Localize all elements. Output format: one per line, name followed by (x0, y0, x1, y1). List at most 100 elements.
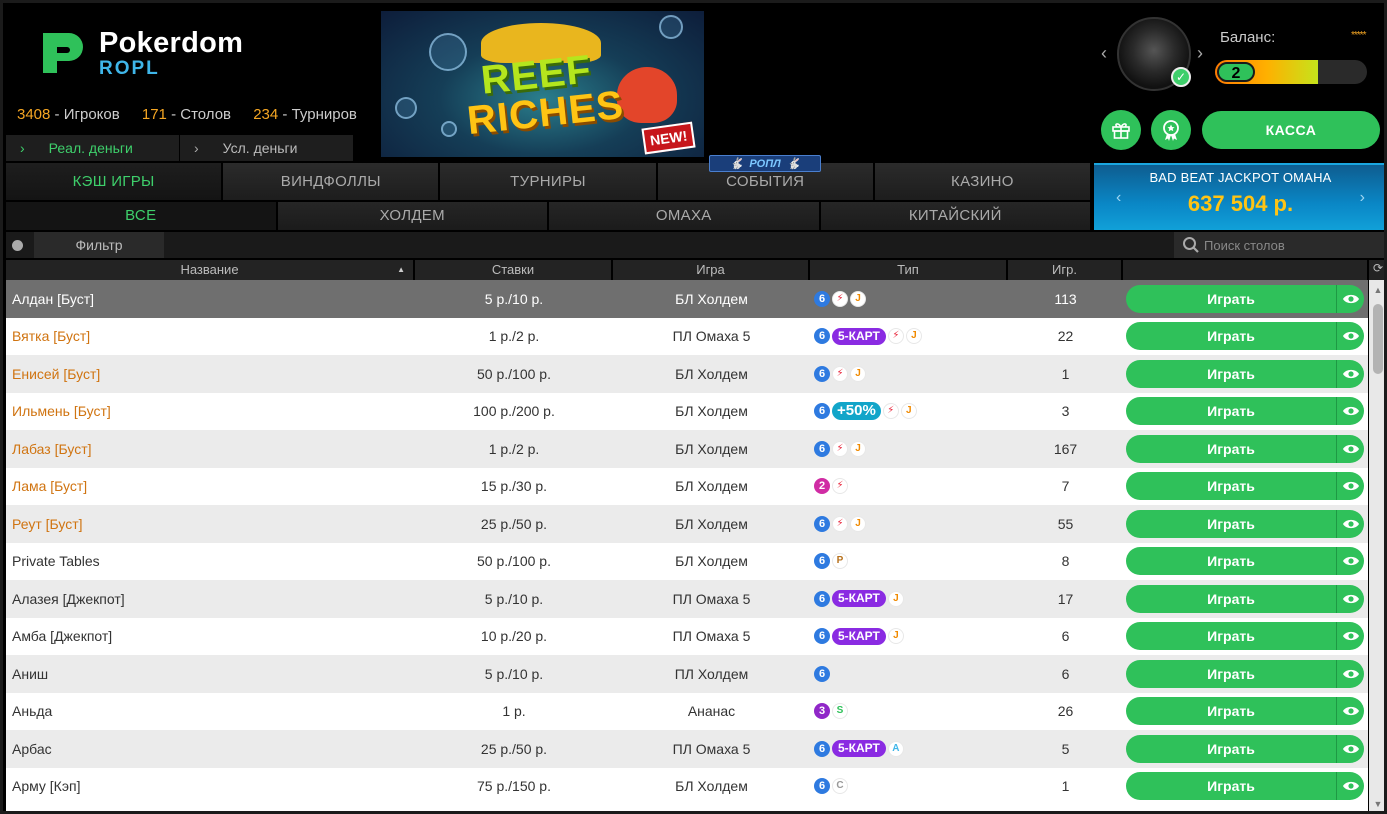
play-button[interactable]: Играть (1126, 397, 1336, 426)
table-players: 26 (1057, 703, 1074, 720)
table-type-badges: 6 ⚡ J (810, 515, 1008, 532)
table-row[interactable]: Енисей [Буст] 50 р./100 р. БЛ Холдем 6 ⚡ J 1 Иг… (6, 355, 1368, 393)
watch-button[interactable] (1336, 659, 1364, 688)
chevron-right-icon[interactable]: › (1197, 43, 1203, 64)
pokerdom-logo[interactable]: Pokerdom ROPL (39, 27, 259, 83)
watch-button[interactable] (1336, 772, 1364, 801)
table-players: 167 (1053, 440, 1078, 457)
chevron-right-icon[interactable]: › (1360, 189, 1365, 207)
column-name[interactable]: Название ▲ (6, 260, 415, 280)
table-type-badges: 2 ⚡ (810, 478, 1008, 495)
table-game: БЛ Холдем (675, 440, 748, 457)
watch-button[interactable] (1336, 359, 1364, 388)
filter-bar: Фильтр (6, 232, 1384, 258)
gift-icon (1112, 123, 1130, 139)
tab-all[interactable]: ВСЕ (6, 202, 278, 230)
column-stakes[interactable]: Ставки (415, 260, 613, 280)
tab-tournaments[interactable]: ТУРНИРЫ (440, 163, 658, 200)
type-letter-badge: J (850, 440, 866, 457)
column-game[interactable]: Игра (613, 260, 810, 280)
play-button[interactable]: Играть (1126, 697, 1336, 726)
table-game: БЛ Холдем (675, 478, 748, 495)
table-players: 7 (1061, 478, 1070, 495)
watch-button[interactable] (1336, 697, 1364, 726)
table-row[interactable]: Вятка [Буст] 1 р./2 р. ПЛ Омаха 5 6 5-КАРТ ⚡ J… (6, 318, 1368, 356)
table-actions: Играть (1123, 397, 1368, 426)
tab-chinese[interactable]: КИТАЙСКИЙ (820, 202, 1092, 230)
scroll-down-icon[interactable]: ▼ (1369, 796, 1384, 811)
watch-button[interactable] (1336, 584, 1364, 613)
table-row[interactable]: Арбас 25 р./50 р. ПЛ Омаха 5 6 5-КАРТ A 5 Играт… (6, 730, 1368, 768)
table-row[interactable]: Алазея [Джекпот] 5 р./10 р. ПЛ Омаха 5 6 5-К… (6, 580, 1368, 618)
jackpot-panel[interactable]: BAD BEAT JACKPOT OMAHA ‹ 637 504 р. › (1094, 163, 1384, 230)
ropl-badge-label: РОПЛ (749, 157, 781, 170)
play-button[interactable]: Играть (1126, 622, 1336, 651)
table-row[interactable]: Лама [Буст] 15 р./30 р. БЛ Холдем 2 ⚡ 7 Играть (6, 468, 1368, 506)
watch-button[interactable] (1336, 434, 1364, 463)
table-row[interactable]: Аньда 1 р. Ананас 3 S 26 Играть (6, 693, 1368, 731)
cashier-button[interactable]: КАССА (1202, 111, 1380, 149)
avatar[interactable]: ✓ (1117, 17, 1191, 91)
table-row[interactable]: Алдан [Буст] 5 р./10 р. БЛ Холдем 6 ⚡ J 113 Игр… (6, 280, 1368, 318)
refresh-icon[interactable]: ⟳ (1370, 261, 1384, 279)
table-stakes: 1 р. (502, 703, 526, 720)
seats-badge: 6 (814, 740, 830, 757)
watch-button[interactable] (1336, 322, 1364, 351)
column-type[interactable]: Тип (810, 260, 1008, 280)
play-button[interactable]: Играть (1126, 772, 1336, 801)
tab-real-money[interactable]: › Реал. деньги (6, 135, 180, 161)
filter-button[interactable]: Фильтр (34, 232, 164, 258)
promo-banner[interactable]: REEF RICHES NEW! (381, 11, 704, 157)
table-row[interactable]: Амба [Джекпот] 10 р./20 р. ПЛ Омаха 5 6 5-КА… (6, 618, 1368, 656)
ropl-badge[interactable]: 🐇 РОПЛ 🐇 (709, 155, 821, 172)
play-button[interactable]: Играть (1126, 434, 1336, 463)
table-row[interactable]: Арму [Кэп] 75 р./150 р. БЛ Холдем 6 C 1 Играть (6, 768, 1368, 806)
filter-indicator-icon[interactable] (12, 240, 23, 251)
tab-windfalls[interactable]: ВИНДФОЛЛЫ (223, 163, 441, 200)
search-input[interactable] (1204, 232, 1384, 258)
play-button[interactable]: Играть (1126, 584, 1336, 613)
chevron-left-icon[interactable]: ‹ (1101, 43, 1107, 64)
watch-button[interactable] (1336, 547, 1364, 576)
table-game: ПЛ Холдем (674, 665, 749, 682)
play-button[interactable]: Играть (1126, 322, 1336, 351)
table-row[interactable]: Ильмень [Буст] 100 р./200 р. БЛ Холдем 6 +50… (6, 393, 1368, 431)
watch-button[interactable] (1336, 734, 1364, 763)
watch-button[interactable] (1336, 509, 1364, 538)
play-button[interactable]: Играть (1126, 472, 1336, 501)
column-players[interactable]: Игр. (1008, 260, 1123, 280)
brand-name: Pokerdom (99, 27, 244, 59)
table-stakes: 1 р./2 р. (488, 328, 540, 345)
watch-button[interactable] (1336, 397, 1364, 426)
play-button[interactable]: Играть (1126, 659, 1336, 688)
play-button[interactable]: Играть (1126, 734, 1336, 763)
table-row[interactable]: Аниш 5 р./10 р. ПЛ Холдем 6 6 Играть (6, 655, 1368, 693)
eye-icon (1342, 668, 1360, 680)
table-row[interactable]: Лабаз [Буст] 1 р./2 р. БЛ Холдем 6 ⚡ J 167 Игра… (6, 430, 1368, 468)
eye-icon (1342, 330, 1360, 342)
gift-button[interactable] (1101, 110, 1141, 150)
table-name: Реут [Буст] (12, 515, 83, 532)
play-button[interactable]: Играть (1126, 509, 1336, 538)
watch-button[interactable] (1336, 622, 1364, 651)
tab-cash-games[interactable]: КЭШ ИГРЫ (6, 163, 224, 200)
play-button[interactable]: Играть (1126, 547, 1336, 576)
table-name: Алдан [Буст] (12, 290, 94, 307)
scroll-up-icon[interactable]: ▲ (1369, 282, 1384, 298)
watch-button[interactable] (1336, 472, 1364, 501)
watch-button[interactable] (1336, 284, 1364, 313)
tab-casino[interactable]: КАЗИНО (874, 163, 1093, 200)
table-players: 22 (1057, 328, 1074, 345)
scrollbar-thumb[interactable] (1373, 304, 1383, 374)
level-badge: 2 (1217, 62, 1255, 82)
achievements-button[interactable] (1151, 110, 1191, 150)
play-button[interactable]: Играть (1126, 359, 1336, 388)
tab-holdem[interactable]: ХОЛДЕМ (277, 202, 549, 230)
tab-play-money[interactable]: › Усл. деньги (180, 135, 354, 161)
table-scrollbar[interactable]: ▲ ▼ (1369, 280, 1384, 811)
table-row[interactable]: Реут [Буст] 25 р./50 р. БЛ Холдем 6 ⚡ J 55 Игра… (6, 505, 1368, 543)
tab-omaha[interactable]: ОМАХА (549, 202, 821, 230)
bubble-decoration (659, 15, 683, 39)
play-button[interactable]: Играть (1126, 284, 1336, 313)
table-row[interactable]: Private Tables 50 р./100 р. БЛ Холдем 6 P 8 Иг… (6, 543, 1368, 581)
